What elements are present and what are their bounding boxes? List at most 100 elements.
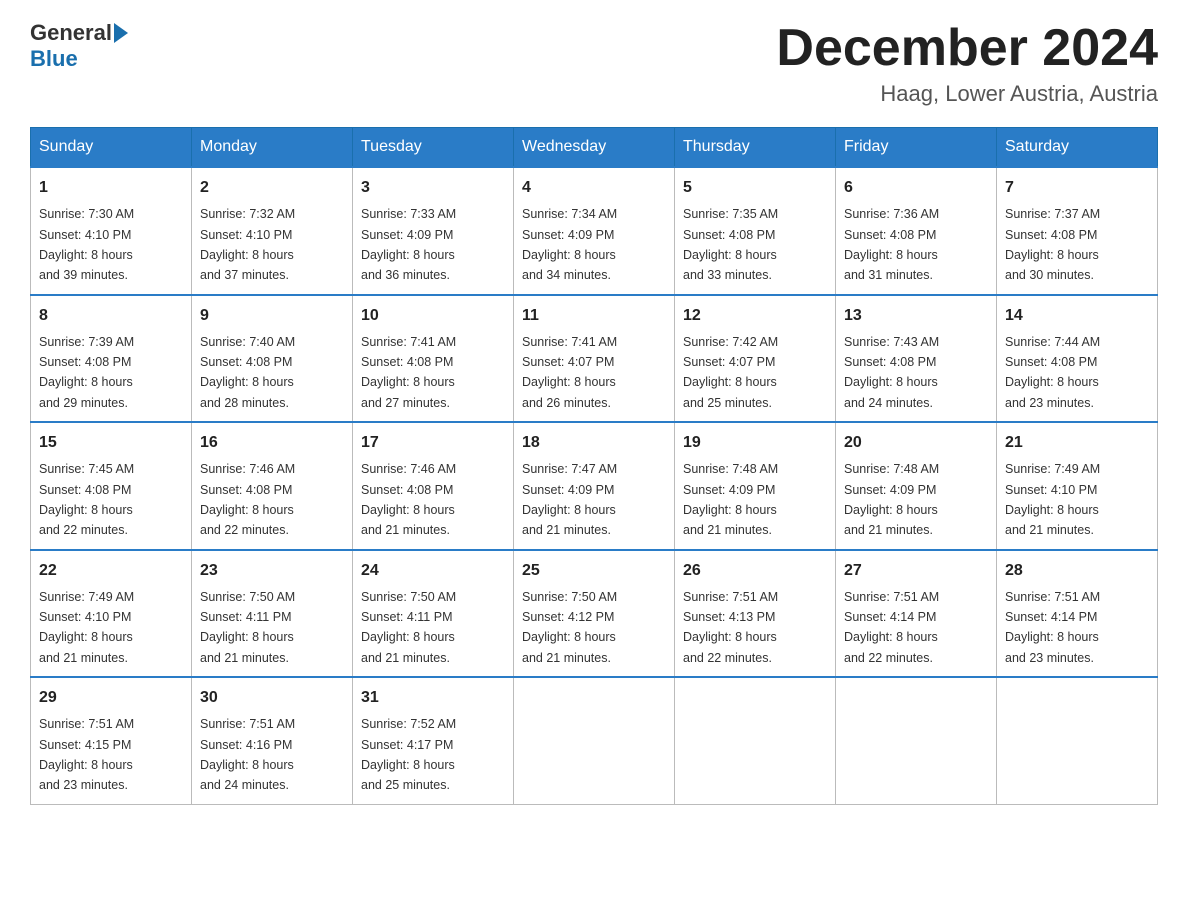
day-number: 12 xyxy=(683,304,827,328)
header-day-thursday: Thursday xyxy=(675,128,836,168)
calendar-cell: 27 Sunrise: 7:51 AMSunset: 4:14 PMDaylig… xyxy=(836,550,997,678)
page-header: General Blue December 2024 Haag, Lower A… xyxy=(30,20,1158,107)
calendar-cell: 30 Sunrise: 7:51 AMSunset: 4:16 PMDaylig… xyxy=(192,677,353,804)
calendar-cell: 31 Sunrise: 7:52 AMSunset: 4:17 PMDaylig… xyxy=(353,677,514,804)
calendar-cell: 24 Sunrise: 7:50 AMSunset: 4:11 PMDaylig… xyxy=(353,550,514,678)
day-info: Sunrise: 7:36 AMSunset: 4:08 PMDaylight:… xyxy=(844,207,939,282)
day-number: 21 xyxy=(1005,431,1149,455)
day-number: 11 xyxy=(522,304,666,328)
day-number: 24 xyxy=(361,559,505,583)
day-info: Sunrise: 7:40 AMSunset: 4:08 PMDaylight:… xyxy=(200,335,295,410)
day-info: Sunrise: 7:51 AMSunset: 4:14 PMDaylight:… xyxy=(1005,590,1100,665)
calendar-cell: 2 Sunrise: 7:32 AMSunset: 4:10 PMDayligh… xyxy=(192,167,353,295)
day-info: Sunrise: 7:51 AMSunset: 4:16 PMDaylight:… xyxy=(200,717,295,792)
day-number: 25 xyxy=(522,559,666,583)
calendar-cell: 14 Sunrise: 7:44 AMSunset: 4:08 PMDaylig… xyxy=(997,295,1158,423)
day-info: Sunrise: 7:42 AMSunset: 4:07 PMDaylight:… xyxy=(683,335,778,410)
calendar-cell: 9 Sunrise: 7:40 AMSunset: 4:08 PMDayligh… xyxy=(192,295,353,423)
day-number: 14 xyxy=(1005,304,1149,328)
calendar-cell: 10 Sunrise: 7:41 AMSunset: 4:08 PMDaylig… xyxy=(353,295,514,423)
day-info: Sunrise: 7:48 AMSunset: 4:09 PMDaylight:… xyxy=(844,462,939,537)
day-number: 20 xyxy=(844,431,988,455)
calendar-cell: 12 Sunrise: 7:42 AMSunset: 4:07 PMDaylig… xyxy=(675,295,836,423)
day-info: Sunrise: 7:41 AMSunset: 4:08 PMDaylight:… xyxy=(361,335,456,410)
calendar-cell: 22 Sunrise: 7:49 AMSunset: 4:10 PMDaylig… xyxy=(31,550,192,678)
day-number: 23 xyxy=(200,559,344,583)
day-info: Sunrise: 7:45 AMSunset: 4:08 PMDaylight:… xyxy=(39,462,134,537)
logo: General Blue xyxy=(30,20,130,72)
day-info: Sunrise: 7:37 AMSunset: 4:08 PMDaylight:… xyxy=(1005,207,1100,282)
day-number: 2 xyxy=(200,176,344,200)
day-info: Sunrise: 7:39 AMSunset: 4:08 PMDaylight:… xyxy=(39,335,134,410)
day-info: Sunrise: 7:34 AMSunset: 4:09 PMDaylight:… xyxy=(522,207,617,282)
header-day-tuesday: Tuesday xyxy=(353,128,514,168)
day-info: Sunrise: 7:48 AMSunset: 4:09 PMDaylight:… xyxy=(683,462,778,537)
day-number: 18 xyxy=(522,431,666,455)
day-info: Sunrise: 7:43 AMSunset: 4:08 PMDaylight:… xyxy=(844,335,939,410)
header-row: SundayMondayTuesdayWednesdayThursdayFrid… xyxy=(31,128,1158,168)
calendar-cell: 28 Sunrise: 7:51 AMSunset: 4:14 PMDaylig… xyxy=(997,550,1158,678)
calendar-cell: 19 Sunrise: 7:48 AMSunset: 4:09 PMDaylig… xyxy=(675,422,836,550)
day-info: Sunrise: 7:47 AMSunset: 4:09 PMDaylight:… xyxy=(522,462,617,537)
day-number: 17 xyxy=(361,431,505,455)
day-info: Sunrise: 7:33 AMSunset: 4:09 PMDaylight:… xyxy=(361,207,456,282)
header-day-saturday: Saturday xyxy=(997,128,1158,168)
week-row-3: 15 Sunrise: 7:45 AMSunset: 4:08 PMDaylig… xyxy=(31,422,1158,550)
header-day-sunday: Sunday xyxy=(31,128,192,168)
calendar-cell: 20 Sunrise: 7:48 AMSunset: 4:09 PMDaylig… xyxy=(836,422,997,550)
calendar-cell: 18 Sunrise: 7:47 AMSunset: 4:09 PMDaylig… xyxy=(514,422,675,550)
calendar-cell xyxy=(836,677,997,804)
logo-arrow-icon xyxy=(114,23,128,43)
calendar-cell: 13 Sunrise: 7:43 AMSunset: 4:08 PMDaylig… xyxy=(836,295,997,423)
title-section: December 2024 Haag, Lower Austria, Austr… xyxy=(776,20,1158,107)
calendar-cell: 3 Sunrise: 7:33 AMSunset: 4:09 PMDayligh… xyxy=(353,167,514,295)
header-day-friday: Friday xyxy=(836,128,997,168)
week-row-2: 8 Sunrise: 7:39 AMSunset: 4:08 PMDayligh… xyxy=(31,295,1158,423)
calendar-cell: 6 Sunrise: 7:36 AMSunset: 4:08 PMDayligh… xyxy=(836,167,997,295)
day-number: 29 xyxy=(39,686,183,710)
location-title: Haag, Lower Austria, Austria xyxy=(776,81,1158,107)
calendar-cell xyxy=(997,677,1158,804)
day-number: 13 xyxy=(844,304,988,328)
calendar-cell xyxy=(514,677,675,804)
day-number: 22 xyxy=(39,559,183,583)
calendar-cell: 17 Sunrise: 7:46 AMSunset: 4:08 PMDaylig… xyxy=(353,422,514,550)
day-number: 4 xyxy=(522,176,666,200)
day-info: Sunrise: 7:41 AMSunset: 4:07 PMDaylight:… xyxy=(522,335,617,410)
day-number: 9 xyxy=(200,304,344,328)
calendar-cell: 29 Sunrise: 7:51 AMSunset: 4:15 PMDaylig… xyxy=(31,677,192,804)
calendar-cell: 21 Sunrise: 7:49 AMSunset: 4:10 PMDaylig… xyxy=(997,422,1158,550)
day-number: 10 xyxy=(361,304,505,328)
day-info: Sunrise: 7:50 AMSunset: 4:11 PMDaylight:… xyxy=(361,590,456,665)
day-info: Sunrise: 7:32 AMSunset: 4:10 PMDaylight:… xyxy=(200,207,295,282)
month-title: December 2024 xyxy=(776,20,1158,77)
day-info: Sunrise: 7:51 AMSunset: 4:14 PMDaylight:… xyxy=(844,590,939,665)
calendar-cell: 7 Sunrise: 7:37 AMSunset: 4:08 PMDayligh… xyxy=(997,167,1158,295)
day-number: 7 xyxy=(1005,176,1149,200)
day-info: Sunrise: 7:46 AMSunset: 4:08 PMDaylight:… xyxy=(200,462,295,537)
calendar-cell: 15 Sunrise: 7:45 AMSunset: 4:08 PMDaylig… xyxy=(31,422,192,550)
day-info: Sunrise: 7:49 AMSunset: 4:10 PMDaylight:… xyxy=(39,590,134,665)
day-number: 15 xyxy=(39,431,183,455)
day-number: 3 xyxy=(361,176,505,200)
day-info: Sunrise: 7:52 AMSunset: 4:17 PMDaylight:… xyxy=(361,717,456,792)
calendar-cell: 4 Sunrise: 7:34 AMSunset: 4:09 PMDayligh… xyxy=(514,167,675,295)
calendar-cell: 16 Sunrise: 7:46 AMSunset: 4:08 PMDaylig… xyxy=(192,422,353,550)
week-row-1: 1 Sunrise: 7:30 AMSunset: 4:10 PMDayligh… xyxy=(31,167,1158,295)
day-number: 19 xyxy=(683,431,827,455)
day-info: Sunrise: 7:51 AMSunset: 4:13 PMDaylight:… xyxy=(683,590,778,665)
day-info: Sunrise: 7:49 AMSunset: 4:10 PMDaylight:… xyxy=(1005,462,1100,537)
week-row-4: 22 Sunrise: 7:49 AMSunset: 4:10 PMDaylig… xyxy=(31,550,1158,678)
calendar-cell: 8 Sunrise: 7:39 AMSunset: 4:08 PMDayligh… xyxy=(31,295,192,423)
logo-blue-text: Blue xyxy=(30,46,78,72)
day-number: 8 xyxy=(39,304,183,328)
day-number: 1 xyxy=(39,176,183,200)
calendar-cell: 25 Sunrise: 7:50 AMSunset: 4:12 PMDaylig… xyxy=(514,550,675,678)
logo-blue: Blue xyxy=(30,46,78,71)
logo-text: General xyxy=(30,20,130,46)
week-row-5: 29 Sunrise: 7:51 AMSunset: 4:15 PMDaylig… xyxy=(31,677,1158,804)
day-number: 26 xyxy=(683,559,827,583)
calendar-cell xyxy=(675,677,836,804)
day-number: 5 xyxy=(683,176,827,200)
calendar-cell: 23 Sunrise: 7:50 AMSunset: 4:11 PMDaylig… xyxy=(192,550,353,678)
